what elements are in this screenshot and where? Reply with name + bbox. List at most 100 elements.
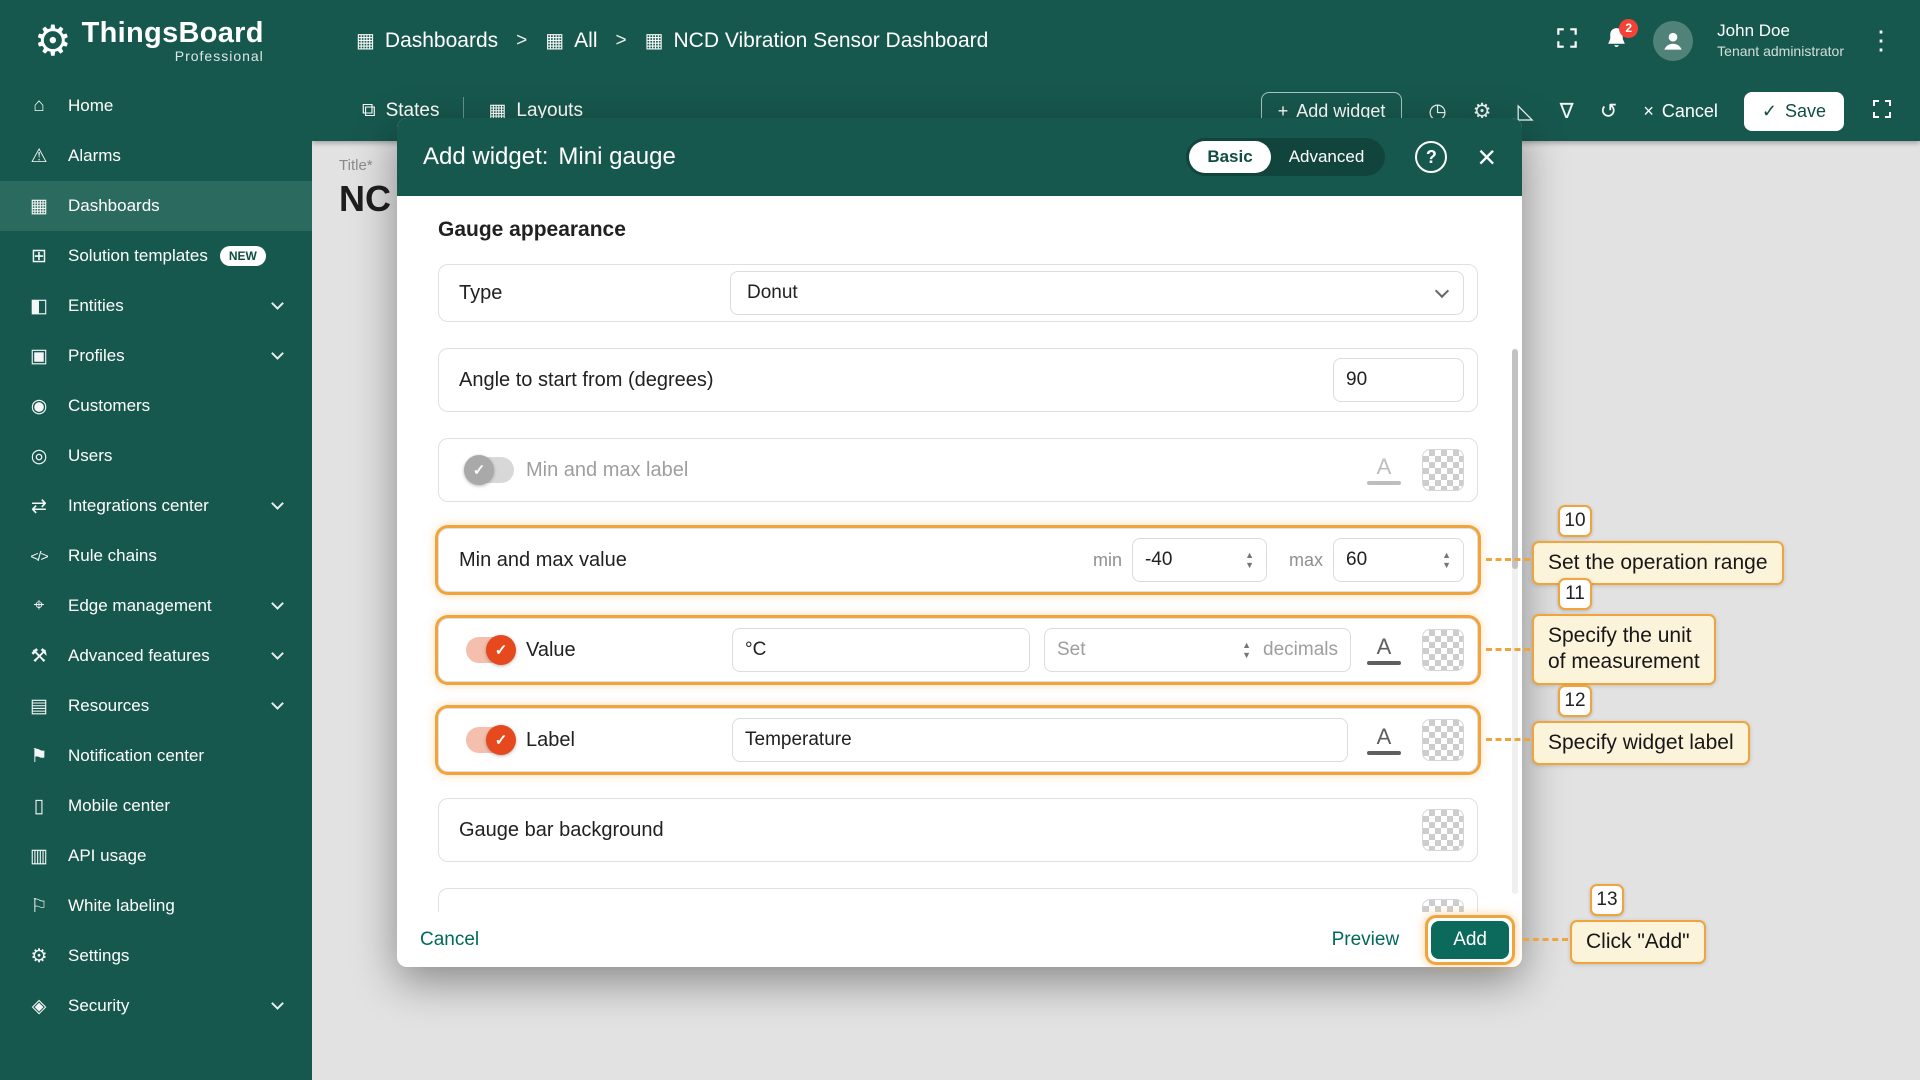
arrow-up-icon: ▲	[1442, 551, 1451, 560]
min-label: min	[1093, 550, 1122, 571]
sidebar-item-advanced-features[interactable]: ⚒ Advanced features	[0, 631, 312, 681]
font-color-icon[interactable]: A	[1367, 456, 1401, 485]
solution-templates-icon: ⊞	[26, 245, 52, 268]
sidebar-item-dashboards[interactable]: ▦ Dashboards	[0, 181, 312, 231]
entity-aliases-chart-icon[interactable]: ◺	[1518, 99, 1534, 124]
mode-toggle-group: Basic Advanced	[1186, 138, 1385, 176]
unit-input[interactable]: °C	[732, 628, 1030, 672]
color-swatch[interactable]	[1422, 899, 1464, 912]
chevron-down-icon	[271, 597, 284, 610]
stepper-icon[interactable]: ▲ ▼	[1242, 641, 1251, 660]
sidebar-item-resources[interactable]: ▤ Resources	[0, 681, 312, 731]
add-widget-dialog: Add widget: Mini gauge Basic Advanced ? ×…	[397, 118, 1522, 967]
dialog-title-prefix: Add widget:	[423, 143, 548, 170]
save-label: Save	[1785, 101, 1826, 122]
app-logo[interactable]: ⚙ ThingsBoard Professional	[0, 17, 312, 64]
add-button[interactable]: Add	[1431, 921, 1509, 959]
close-icon[interactable]: ×	[1477, 141, 1496, 173]
sidebar-item-label: White labeling	[68, 896, 175, 916]
font-color-bar	[1367, 751, 1401, 755]
stepper-icon[interactable]: ▲ ▼	[1245, 551, 1254, 570]
value-toggle[interactable]: ✓	[466, 637, 514, 663]
help-icon[interactable]: ?	[1415, 141, 1447, 173]
tab-advanced[interactable]: Advanced	[1271, 141, 1383, 173]
sidebar-item-security[interactable]: ◈ Security	[0, 981, 312, 1031]
sidebar-item-users[interactable]: ◎ Users	[0, 431, 312, 481]
arrow-up-icon: ▲	[1242, 641, 1251, 650]
sidebar-item-profiles[interactable]: ▣ Profiles	[0, 331, 312, 381]
toggle-knob-icon: ✓	[486, 635, 516, 665]
min-value-input[interactable]: -40 ▲ ▼	[1132, 538, 1267, 582]
mobile-phone-icon: ▯	[26, 795, 52, 818]
avatar[interactable]	[1653, 21, 1693, 61]
type-select[interactable]: Donut	[730, 271, 1464, 315]
label-input[interactable]: Temperature	[732, 718, 1348, 762]
sidebar-item-integrations-center[interactable]: ⇄ Integrations center	[0, 481, 312, 531]
arrow-up-icon: ▲	[1245, 551, 1254, 560]
dashboards-grid-icon: ▦	[645, 28, 664, 53]
color-swatch[interactable]	[1422, 629, 1464, 671]
notifications-bell-icon[interactable]: 2	[1604, 26, 1629, 56]
dialog-widget-name: Mini gauge	[558, 143, 675, 170]
sidebar-item-api-usage[interactable]: ▥ API usage	[0, 831, 312, 881]
section-title: Gauge appearance	[438, 218, 1478, 242]
breadcrumb-item-all[interactable]: ▦ All	[545, 28, 597, 53]
color-swatch[interactable]	[1422, 449, 1464, 491]
color-swatch[interactable]	[1422, 719, 1464, 761]
angle-input[interactable]: 90	[1333, 358, 1464, 402]
sidebar: ⌂ Home ⚠ Alarms ▦ Dashboards ⊞ Solution …	[0, 81, 312, 1080]
user-role: Tenant administrator	[1717, 42, 1844, 60]
sidebar-item-entities[interactable]: ◧ Entities	[0, 281, 312, 331]
sidebar-item-label: Rule chains	[68, 546, 157, 566]
tab-basic[interactable]: Basic	[1189, 141, 1270, 173]
filters-icon[interactable]: ∇	[1560, 99, 1574, 124]
decimals-input[interactable]: Set ▲ ▼ decimals	[1044, 628, 1351, 672]
fullscreen-icon[interactable]	[1554, 25, 1580, 56]
cancel-edit-button[interactable]: × Cancel	[1643, 101, 1718, 122]
alarms-warning-icon: ⚠	[26, 145, 52, 168]
color-swatch[interactable]	[1422, 809, 1464, 851]
dashboards-grid-icon: ▦	[545, 28, 564, 53]
sidebar-item-white-labeling[interactable]: ⚐ White labeling	[0, 881, 312, 931]
sidebar-item-settings[interactable]: ⚙ Settings	[0, 931, 312, 981]
dialog-cancel-button[interactable]: Cancel	[420, 929, 479, 951]
dialog-header: Add widget: Mini gauge Basic Advanced ? ×	[397, 118, 1522, 196]
arrow-down-icon: ▼	[1442, 561, 1451, 570]
type-row: Type Donut	[438, 264, 1478, 322]
font-color-icon[interactable]: A	[1367, 726, 1401, 755]
sidebar-item-customers[interactable]: ◉ Customers	[0, 381, 312, 431]
sidebar-item-label: Notification center	[68, 746, 204, 766]
sidebar-item-home[interactable]: ⌂ Home	[0, 81, 312, 131]
dashboards-grid-icon: ▦	[356, 28, 375, 53]
version-history-icon[interactable]: ↺	[1600, 99, 1618, 124]
preview-button[interactable]: Preview	[1332, 929, 1400, 951]
kebab-menu-icon[interactable]: ⋮	[1868, 25, 1894, 56]
max-value-input[interactable]: 60 ▲ ▼	[1333, 538, 1464, 582]
sidebar-item-edge-management[interactable]: ⌖ Edge management	[0, 581, 312, 631]
sidebar-item-solution-templates[interactable]: ⊞ Solution templates NEW	[0, 231, 312, 281]
gauge-bar-background-label: Gauge bar background	[459, 819, 664, 842]
sidebar-item-label: Alarms	[68, 146, 121, 166]
sidebar-item-label: Integrations center	[68, 496, 209, 516]
sidebar-item-rule-chains[interactable]: </> Rule chains	[0, 531, 312, 581]
user-info[interactable]: John Doe Tenant administrator	[1717, 20, 1844, 60]
label-toggle[interactable]: ✓	[466, 727, 514, 753]
minmax-label-toggle[interactable]: ✓	[466, 457, 514, 483]
dialog-scrollbar-thumb[interactable]	[1512, 349, 1518, 569]
sidebar-item-mobile-center[interactable]: ▯ Mobile center	[0, 781, 312, 831]
minmax-value-row: Min and max value min -40 ▲ ▼ max 60 ▲ ▼	[438, 528, 1478, 592]
minmax-label-text: Min and max label	[526, 459, 688, 482]
sidebar-item-alarms[interactable]: ⚠ Alarms	[0, 131, 312, 181]
sidebar-item-label: Edge management	[68, 596, 212, 616]
edge-management-icon: ⌖	[26, 595, 52, 617]
font-color-icon[interactable]: A	[1367, 636, 1401, 665]
breadcrumb-label: Dashboards	[385, 29, 498, 53]
top-header: ⚙ ThingsBoard Professional ▦ Dashboards …	[0, 0, 1920, 81]
sidebar-item-notification-center[interactable]: ⚑ Notification center	[0, 731, 312, 781]
fullscreen-icon[interactable]	[1870, 97, 1894, 126]
breadcrumb-item-dashboards[interactable]: ▦ Dashboards	[356, 28, 498, 53]
breadcrumb-item-current-dashboard[interactable]: ▦ NCD Vibration Sensor Dashboard	[645, 28, 989, 53]
font-color-bar	[1367, 661, 1401, 665]
save-button[interactable]: ✓ Save	[1744, 92, 1844, 131]
stepper-icon[interactable]: ▲ ▼	[1442, 551, 1451, 570]
